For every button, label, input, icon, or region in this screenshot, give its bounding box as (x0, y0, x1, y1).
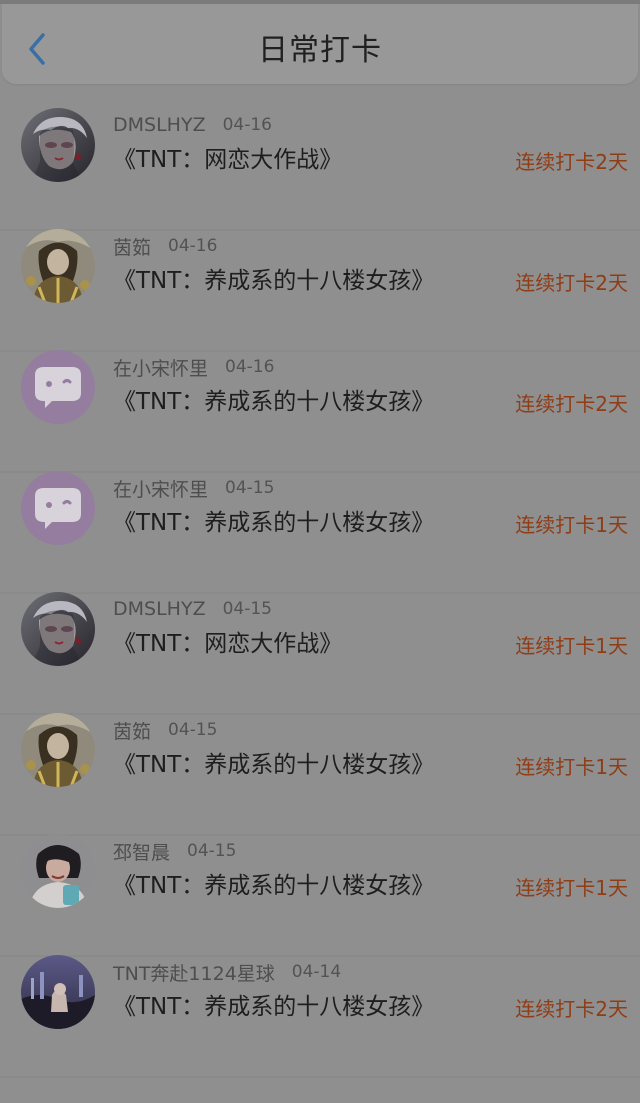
avatar (21, 592, 95, 666)
avatar (21, 471, 95, 545)
divider (0, 1076, 640, 1078)
chat-bubble-icon (21, 350, 95, 424)
streak-count: 连续打卡2天 (515, 392, 628, 416)
book-title[interactable]: 《TNT：养成系的十八楼女孩》 (113, 989, 434, 1025)
checkin-date: 04-16 (225, 357, 275, 377)
username[interactable]: DMSLHYZ (113, 598, 206, 620)
item-meta: 在小宋怀里 04-15 (113, 473, 274, 503)
streak-count: 连续打卡1天 (515, 876, 628, 900)
user-avatar-image (21, 834, 95, 908)
username[interactable]: 茵筎 (113, 233, 151, 260)
username[interactable]: 邳智晨 (113, 838, 170, 865)
list-item[interactable]: 茵筎 04-15 《TNT：养成系的十八楼女孩》 连续打卡1天 (0, 693, 640, 814)
item-meta: 邳智晨 04-15 (113, 836, 236, 866)
streak-count: 连续打卡1天 (515, 634, 628, 658)
checkin-date: 04-16 (168, 236, 218, 256)
user-avatar-image (21, 955, 95, 1029)
username[interactable]: 在小宋怀里 (113, 354, 208, 381)
book-title[interactable]: 《TNT：养成系的十八楼女孩》 (113, 747, 434, 783)
item-meta: DMSLHYZ 04-15 (113, 594, 272, 624)
user-avatar-image (21, 592, 95, 666)
checkin-date: 04-14 (291, 962, 342, 982)
page-title: 日常打卡 (258, 33, 382, 68)
chat-bubble-icon (21, 471, 95, 545)
avatar (21, 108, 95, 182)
book-title[interactable]: 《TNT：网恋大作战》 (113, 142, 342, 178)
list-item[interactable]: 茵筎 04-16 《TNT：养成系的十八楼女孩》 连续打卡2天 (0, 209, 640, 330)
book-title[interactable]: 《TNT：养成系的十八楼女孩》 (113, 384, 434, 420)
checkin-date: 04-15 (168, 720, 218, 740)
list-item[interactable]: 在小宋怀里 04-15 《TNT：养成系的十八楼女孩》 连续打卡1天 (0, 451, 640, 572)
top-navigation-bar: 日常打卡 (2, 4, 638, 84)
streak-count: 连续打卡1天 (515, 513, 628, 537)
next-list-item-peek (0, 1085, 640, 1103)
checkin-date: 04-15 (225, 478, 275, 498)
book-title[interactable]: 《TNT：养成系的十八楼女孩》 (113, 263, 434, 299)
checkin-date: 04-15 (187, 841, 237, 861)
user-avatar-image (21, 229, 95, 303)
list-item[interactable]: DMSLHYZ 04-15 《TNT：网恋大作战》 连续打卡1天 (0, 572, 640, 693)
streak-count: 连续打卡2天 (515, 271, 628, 295)
checkin-date: 04-16 (222, 115, 272, 135)
book-title[interactable]: 《TNT：网恋大作战》 (113, 626, 342, 662)
streak-count: 连续打卡2天 (515, 997, 628, 1021)
item-meta: DMSLHYZ 04-16 (113, 110, 272, 140)
avatar (21, 834, 95, 908)
list-item[interactable]: 邳智晨 04-15 《TNT：养成系的十八楼女孩》 连续打卡1天 (0, 814, 640, 935)
avatar (21, 229, 95, 303)
item-meta: 茵筎 04-16 (113, 231, 217, 261)
item-meta: 在小宋怀里 04-16 (113, 352, 274, 382)
item-meta: TNT奔赴1124星球 04-14 (113, 957, 341, 987)
username[interactable]: 在小宋怀里 (113, 475, 208, 502)
username[interactable]: 茵筎 (113, 717, 151, 744)
list-item[interactable]: 在小宋怀里 04-16 《TNT：养成系的十八楼女孩》 连续打卡2天 (0, 330, 640, 451)
avatar (21, 350, 95, 424)
avatar (21, 713, 95, 787)
list-item[interactable]: TNT奔赴1124星球 04-14 《TNT：养成系的十八楼女孩》 连续打卡2天 (0, 935, 640, 1056)
username[interactable]: DMSLHYZ (113, 114, 206, 136)
checkin-date: 04-15 (222, 599, 272, 619)
user-avatar-image (21, 108, 95, 182)
username[interactable]: TNT奔赴1124星球 (113, 959, 275, 986)
item-meta: 茵筎 04-15 (113, 715, 217, 745)
streak-count: 连续打卡2天 (515, 150, 628, 174)
book-title[interactable]: 《TNT：养成系的十八楼女孩》 (113, 505, 434, 541)
book-title[interactable]: 《TNT：养成系的十八楼女孩》 (113, 868, 434, 904)
avatar (21, 955, 95, 1029)
streak-count: 连续打卡1天 (515, 755, 628, 779)
user-avatar-image (21, 713, 95, 787)
list-item[interactable]: DMSLHYZ 04-16 《TNT：网恋大作战》 连续打卡2天 (0, 88, 640, 209)
